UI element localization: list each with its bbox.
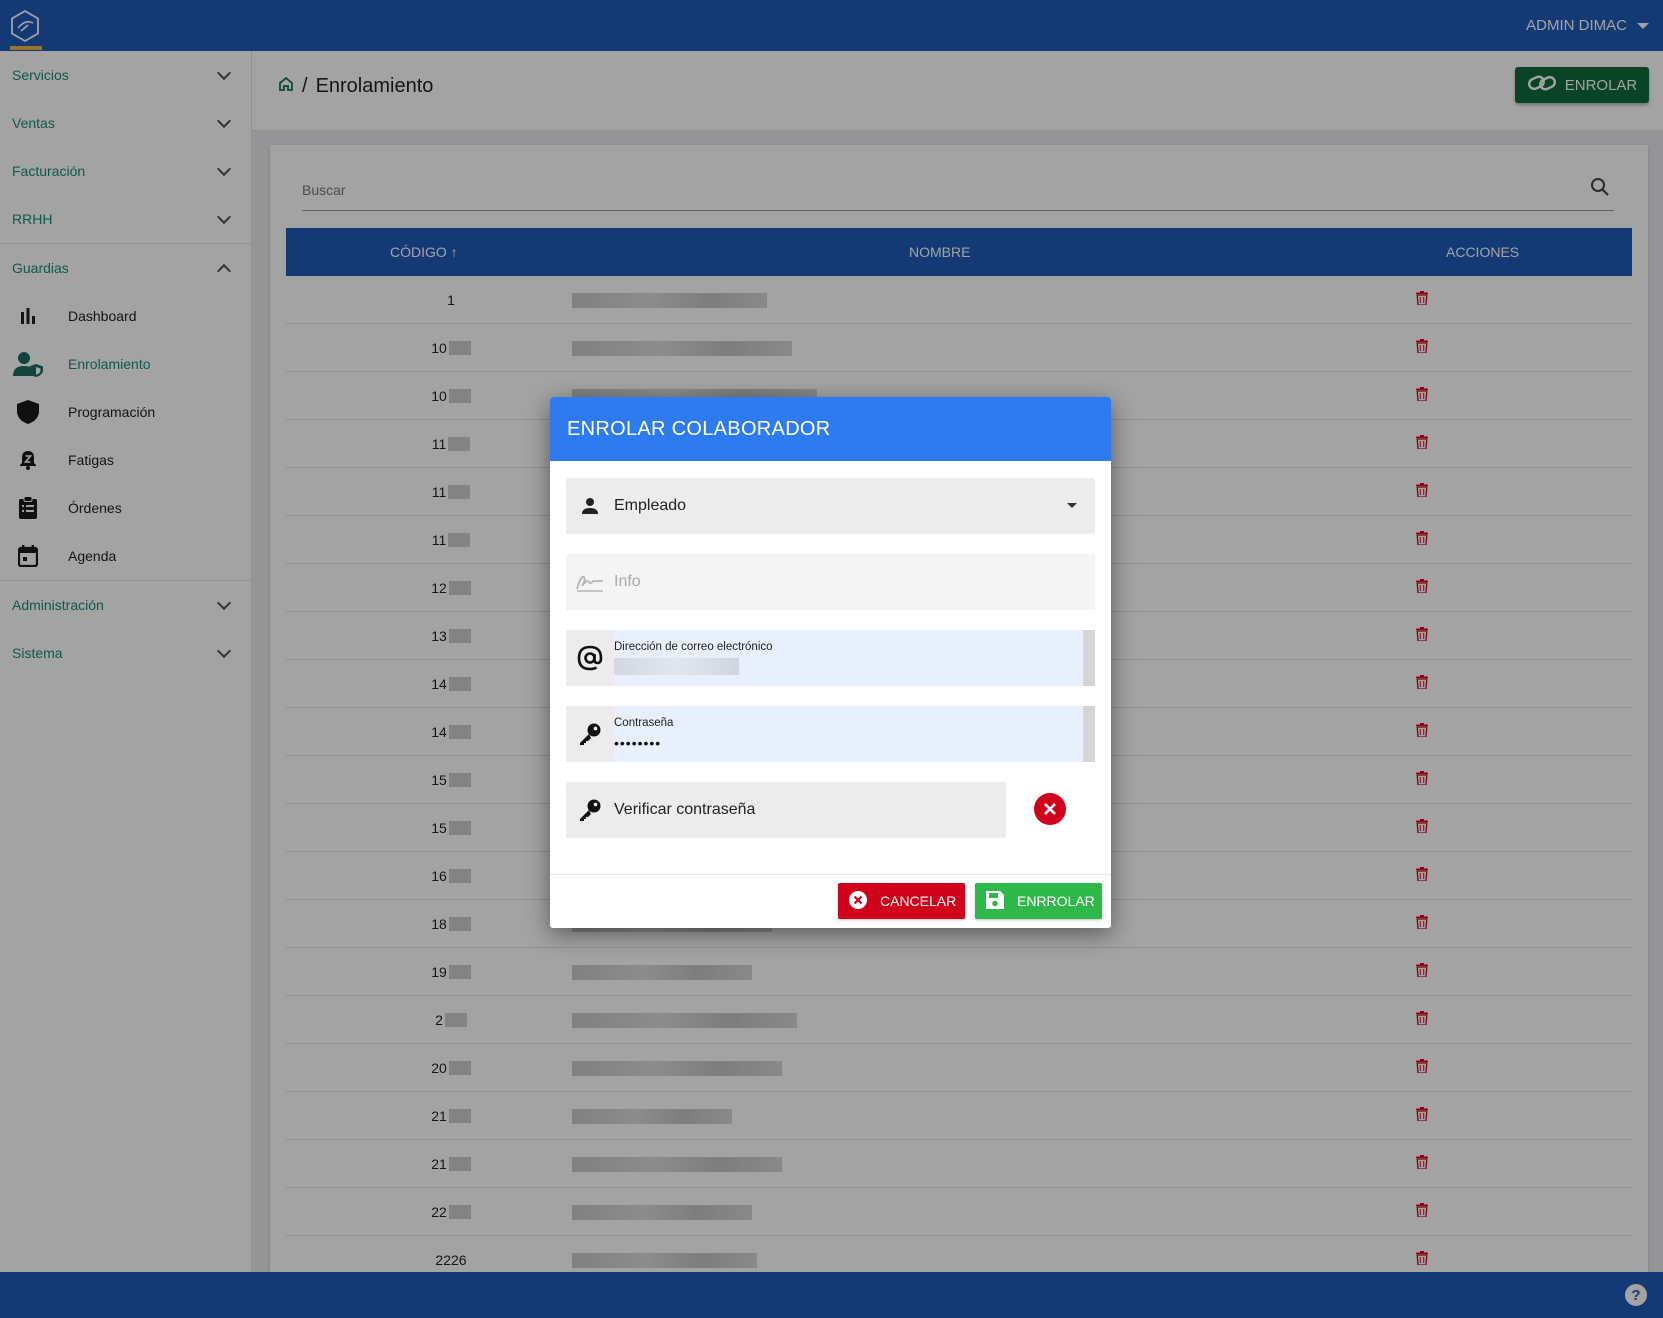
verify-password-field[interactable]: Verificar contraseña [566, 782, 1006, 838]
email-field-scrollbar [1083, 630, 1095, 686]
password-field-scrollbar [1083, 706, 1095, 762]
verify-password-placeholder: Verificar contraseña [614, 801, 756, 818]
enrolar-colaborador-dialog: ENROLAR COLABORADOR Empleado Info Direcc… [550, 397, 1111, 928]
email-field[interactable]: Dirección de correo electrónico [566, 630, 1095, 686]
key-icon [566, 782, 614, 838]
cancel-x-icon [848, 890, 868, 913]
password-field[interactable]: Contraseña •••••••• [566, 706, 1095, 762]
at-sign-icon [566, 630, 614, 686]
info-field: Info [566, 554, 1095, 610]
email-field-label: Dirección de correo electrónico [614, 641, 773, 653]
signature-icon [566, 554, 614, 610]
info-field-placeholder: Info [614, 573, 641, 590]
dropdown-arrow-icon [1067, 503, 1077, 508]
cancel-button[interactable]: CANCELAR [838, 883, 965, 919]
employee-select-value: Empleado [614, 497, 687, 514]
person-icon [566, 478, 614, 534]
error-x-icon [1034, 793, 1066, 825]
dialog-divider [550, 874, 1111, 875]
email-value-redacted [614, 658, 739, 675]
save-icon [985, 890, 1005, 913]
dialog-title: ENROLAR COLABORADOR [550, 397, 1111, 461]
enrolar-submit-button[interactable]: ENRROLAR [975, 883, 1102, 919]
key-icon [566, 706, 614, 762]
password-field-label: Contraseña [614, 717, 674, 729]
password-field-value: •••••••• [614, 735, 662, 751]
employee-select[interactable]: Empleado [566, 478, 1095, 534]
